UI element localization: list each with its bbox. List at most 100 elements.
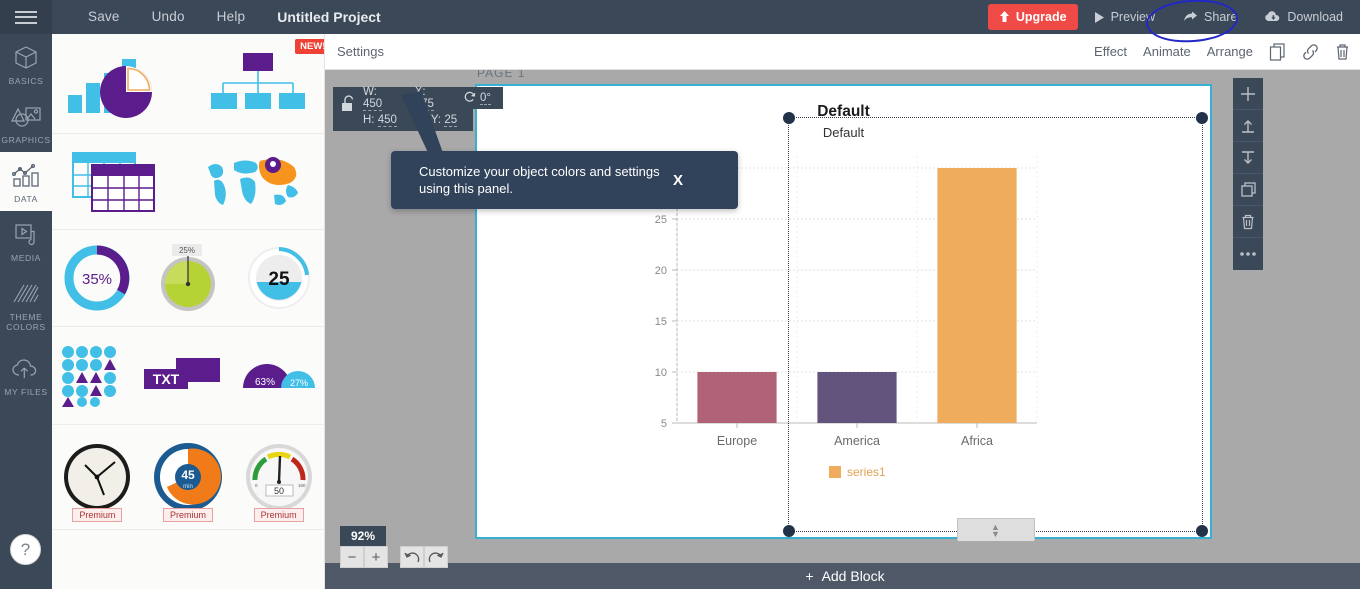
unlock-icon[interactable]	[341, 95, 356, 116]
save-button[interactable]: Save	[72, 0, 136, 34]
cube-icon	[0, 43, 52, 73]
dot-matrix-thumb[interactable]	[61, 345, 127, 407]
pie-gauge-25-thumb[interactable]: 25%	[152, 242, 224, 314]
add-block-label: Add Block	[821, 568, 885, 584]
x-value[interactable]: 175	[414, 98, 434, 111]
zoom-in-button[interactable]: +	[364, 546, 388, 568]
sidebar-label-data: DATA	[14, 194, 38, 204]
help-button[interactable]: Help	[201, 0, 262, 34]
tooltip-close-button[interactable]: X	[663, 172, 693, 189]
preview-button[interactable]: Preview	[1084, 4, 1166, 30]
download-button[interactable]: Download	[1254, 4, 1354, 30]
canvas-area[interactable]: PAGE 1 Default Default 51015202530Europe…	[325, 70, 1360, 589]
share-button[interactable]: Share	[1172, 4, 1248, 30]
add-icon[interactable]	[1233, 78, 1263, 110]
rotate-left-icon[interactable]	[400, 546, 424, 568]
semicircle-thumb[interactable]: 63% 27%	[239, 358, 316, 394]
asset-row-misc: TXT 63% 27%	[52, 327, 324, 425]
width-field[interactable]: W: 450	[363, 86, 393, 111]
image-shapes-icon	[0, 102, 52, 132]
charts-thumb[interactable]	[67, 49, 178, 119]
sidebar-label-basics: BASICS	[8, 76, 44, 86]
premium-badge: Premium	[72, 508, 123, 522]
sidebar-item-theme-colors[interactable]: THEME COLORS	[0, 270, 52, 339]
plus-icon: +	[805, 568, 814, 584]
sidebar-label-media: MEDIA	[11, 253, 41, 263]
project-title[interactable]: Untitled Project	[261, 0, 396, 34]
share-arrow-icon	[1183, 11, 1198, 23]
rotation-field[interactable]: 0°	[464, 91, 491, 106]
upgrade-label: Upgrade	[1015, 10, 1067, 24]
level-gauge-25-thumb[interactable]: 25	[243, 242, 315, 314]
stepper-down-icon[interactable]: ▼	[991, 530, 1000, 539]
donut-35-thumb[interactable]: 35%	[61, 242, 133, 314]
sidebar-item-data[interactable]: DATA	[0, 152, 52, 211]
effect-button[interactable]: Effect	[1094, 44, 1127, 59]
settings-actions: Effect Animate Arrange	[1094, 42, 1350, 61]
resize-handle-bottom-right[interactable]	[1196, 525, 1208, 537]
x-field[interactable]: X: 175	[414, 86, 442, 111]
resize-handle-top-right[interactable]	[1196, 112, 1208, 124]
align-top-icon[interactable]	[1233, 110, 1263, 142]
up-arrow-icon	[999, 11, 1010, 23]
y-value[interactable]: 25	[444, 114, 458, 127]
delete-trash-icon[interactable]	[1233, 206, 1263, 238]
hamburger-icon	[15, 7, 37, 27]
align-bottom-icon[interactable]	[1233, 142, 1263, 174]
play-icon	[1094, 11, 1105, 23]
zoom-level-badge: 92%	[340, 526, 386, 546]
sidebar-item-media[interactable]: MEDIA	[0, 211, 52, 270]
sidebar-item-my-files[interactable]: MY FILES	[0, 345, 52, 404]
link-icon[interactable]	[1302, 43, 1319, 61]
svg-text:15: 15	[655, 316, 667, 328]
premium-badge: Premium	[253, 508, 304, 522]
object-vertical-toolbar	[1233, 78, 1263, 270]
asset-panel: NEW! 35% 25% 25 TXT 63% 27% Premium 45 m…	[52, 34, 325, 589]
rotation-value[interactable]: 0°	[480, 92, 491, 105]
resize-handle-bottom-left[interactable]	[783, 525, 795, 537]
map-thumb[interactable]	[204, 151, 304, 213]
width-value[interactable]: 450	[363, 98, 383, 111]
table-thumb[interactable]	[72, 149, 164, 215]
trash-icon[interactable]	[1335, 43, 1350, 61]
duplicate-icon[interactable]	[1269, 42, 1286, 61]
sidebar-label-theme-colors: THEME COLORS	[6, 312, 46, 332]
y-field[interactable]: Y: 25	[430, 114, 458, 127]
premium-badge: Premium	[162, 508, 213, 522]
animate-button[interactable]: Animate	[1143, 44, 1191, 59]
height-value[interactable]: 450	[377, 114, 397, 127]
zoom-controls: 92% − +	[340, 526, 448, 568]
more-options-icon[interactable]	[1233, 238, 1263, 270]
timer-45-thumb[interactable]: 45 min Premium	[151, 440, 225, 522]
hamburger-menu-button[interactable]	[0, 0, 52, 34]
asset-row-gauges: 35% 25% 25	[52, 230, 324, 327]
duplicate-layers-icon[interactable]	[1233, 174, 1263, 206]
height-label: H:	[363, 114, 375, 126]
clock-thumb[interactable]: Premium	[60, 440, 134, 522]
add-block-button[interactable]: + Add Block	[475, 563, 1215, 589]
rotate-right-icon[interactable]	[424, 546, 448, 568]
svg-text:25: 25	[268, 269, 290, 290]
resize-handle-top-left[interactable]	[783, 112, 795, 124]
txt-badge-thumb[interactable]: TXT	[143, 355, 222, 397]
y-label: Y:	[430, 114, 442, 126]
svg-text:100: 100	[298, 483, 306, 488]
speedometer-50-thumb[interactable]: 50 0 100 Premium	[242, 440, 316, 522]
zoom-inout-group: − +	[340, 546, 388, 568]
sidebar-item-basics[interactable]: BASICS	[0, 34, 52, 93]
x-label: X:	[414, 86, 426, 98]
zoom-out-button[interactable]: −	[340, 546, 364, 568]
svg-text:50: 50	[274, 486, 284, 496]
height-field[interactable]: H: 450	[363, 114, 397, 127]
svg-text:63%: 63%	[255, 377, 275, 388]
org-chart-thumb[interactable]: NEW!	[209, 38, 324, 119]
undo-button[interactable]: Undo	[136, 0, 201, 34]
upgrade-button[interactable]: Upgrade	[987, 4, 1078, 30]
svg-text:5: 5	[661, 418, 667, 430]
help-bubble-button[interactable]: ?	[10, 534, 41, 565]
object-selection-frame[interactable]: ▲ ▼	[783, 112, 1208, 544]
arrange-button[interactable]: Arrange	[1207, 44, 1253, 59]
history-group	[400, 546, 448, 568]
svg-text:45: 45	[181, 468, 195, 482]
sidebar-item-graphics[interactable]: GRAPHICS	[0, 93, 52, 152]
